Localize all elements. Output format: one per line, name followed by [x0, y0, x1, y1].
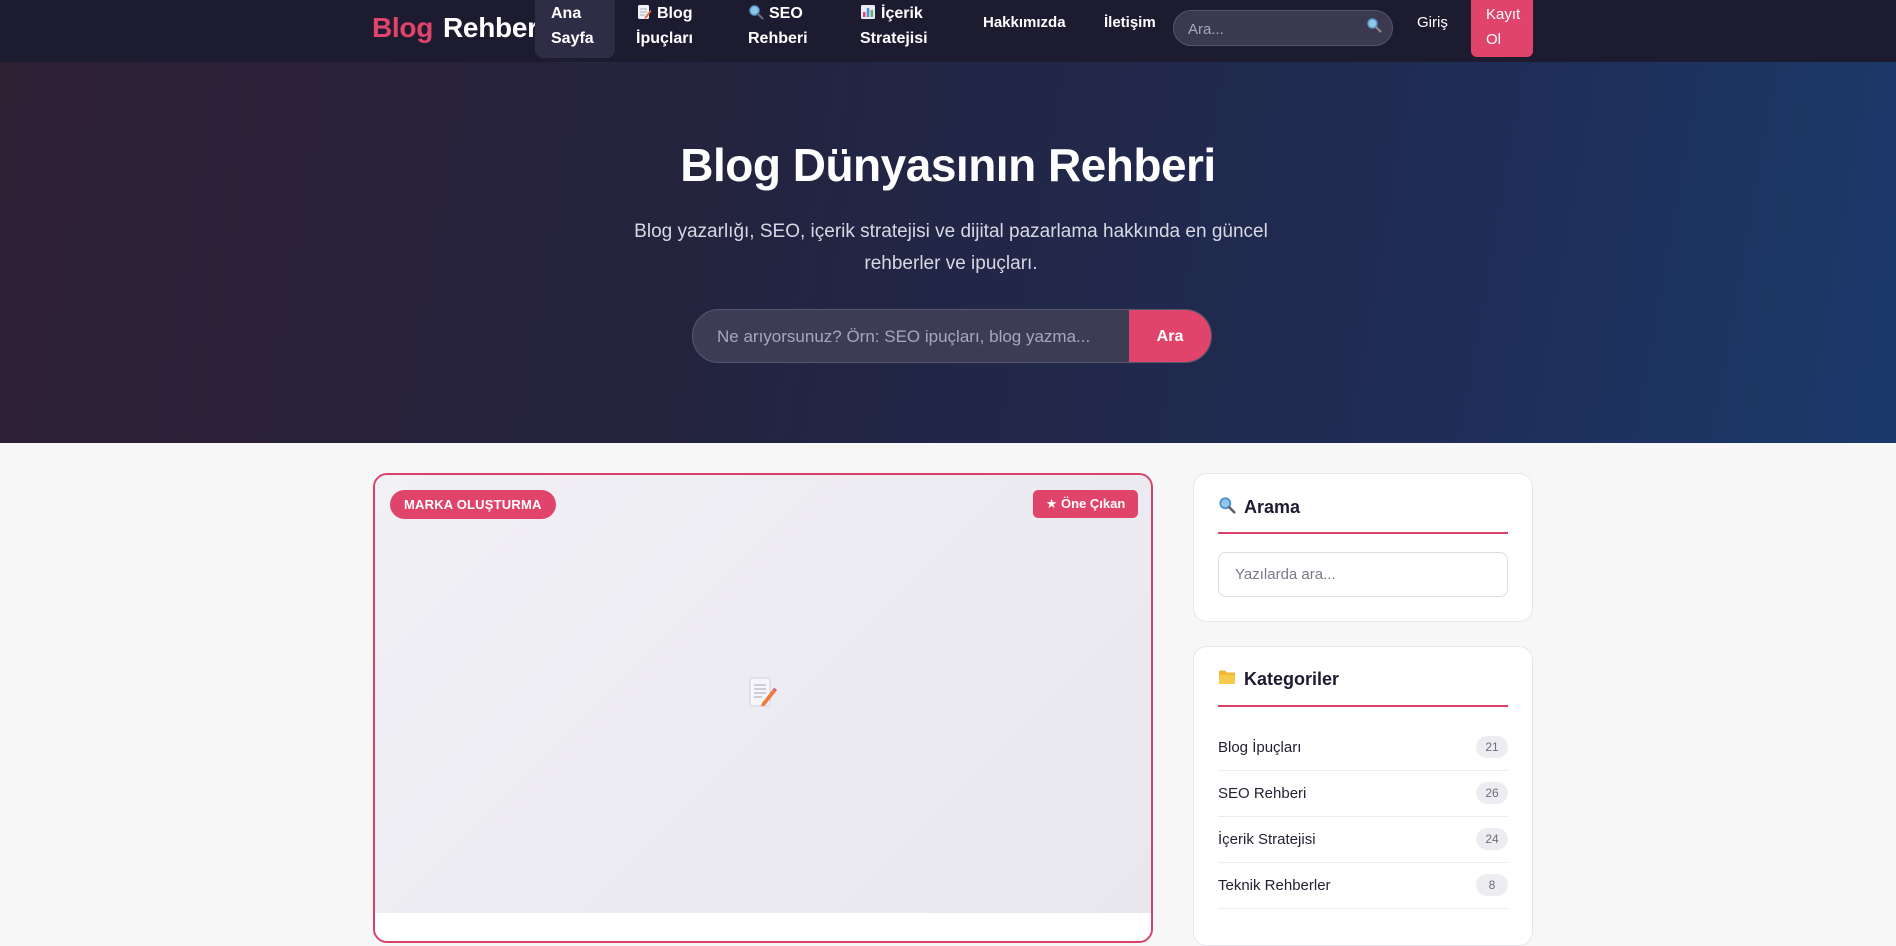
nav-item-seo-guide-line1: SEO	[769, 5, 803, 22]
signup-button-line2: Ol	[1486, 31, 1501, 48]
category-label: SEO Rehberi	[1218, 785, 1307, 802]
bar-chart-icon	[860, 3, 876, 19]
sidebar-search-title: Arama	[1218, 496, 1300, 519]
nav-item-blog-tips-line2: İpuçları	[636, 30, 693, 47]
sidebar-search-title-text: Arama	[1244, 497, 1301, 517]
nav-item-blog-tips[interactable]: Blog İpuçları	[636, 0, 716, 58]
category-count: 21	[1476, 736, 1508, 758]
featured-post-body	[375, 913, 1151, 941]
magnifier-icon	[1218, 496, 1236, 519]
logo-part-rehberi: Rehberi	[443, 12, 546, 43]
memo-icon	[749, 677, 777, 714]
sidebar-categories-widget: Kategoriler Blog İpuçları 21 SEO Rehberi…	[1193, 646, 1533, 946]
navbar: Blog Rehberi Ana Sayfa Blog İpuçları SEO…	[0, 0, 1896, 62]
category-label: Teknik Rehberler	[1218, 877, 1331, 894]
nav-item-content-strategy-line2: Stratejisi	[860, 30, 928, 47]
hero-subtitle: Blog yazarlığı, SEO, içerik stratejisi v…	[634, 221, 1268, 274]
category-item-technical-guides[interactable]: Teknik Rehberler 8	[1218, 863, 1508, 909]
folder-icon	[1218, 669, 1236, 690]
nav-item-blog-tips-line1: Blog	[657, 5, 693, 22]
nav-item-home-line1: Ana	[551, 5, 582, 22]
nav-item-content-strategy-line1: İçerik	[881, 5, 923, 22]
category-badge[interactable]: MARKA OLUŞTURMA	[390, 490, 556, 519]
sidebar-categories-divider	[1218, 705, 1508, 707]
category-label: Blog İpuçları	[1218, 739, 1302, 756]
search-icon[interactable]	[1366, 17, 1382, 38]
nav-item-contact[interactable]: İletişim	[1104, 14, 1156, 31]
signup-button-line1: Kayıt	[1486, 6, 1521, 23]
sidebar-categories-title: Kategoriler	[1218, 669, 1339, 690]
nav-item-seo-guide[interactable]: SEO Rehberi	[748, 0, 838, 58]
signup-button[interactable]: Kayıt Ol	[1471, 0, 1533, 57]
nav-search-box	[1173, 10, 1393, 46]
category-item-content-strategy[interactable]: İçerik Stratejisi 24	[1218, 817, 1508, 863]
magnifier-icon	[748, 3, 764, 20]
hero-search-input[interactable]	[717, 326, 1117, 348]
nav-item-home-line2: Sayfa	[551, 30, 594, 47]
hero-search-button[interactable]: Ara	[1129, 310, 1211, 362]
hero-title: Blog Dünyasının Rehberi	[680, 139, 1216, 191]
category-count: 24	[1476, 828, 1508, 850]
memo-icon	[636, 3, 652, 19]
site-logo[interactable]: Blog Rehberi	[372, 10, 545, 46]
login-link[interactable]: Giriş	[1417, 14, 1448, 31]
logo-part-blog: Blog	[372, 12, 434, 43]
sidebar-categories-title-text: Kategoriler	[1244, 669, 1340, 689]
sidebar-search-divider	[1218, 532, 1508, 534]
nav-search-input[interactable]	[1188, 19, 1358, 39]
sidebar-search-input[interactable]	[1218, 552, 1508, 597]
sidebar-search-widget: Arama	[1193, 473, 1533, 622]
featured-badge: ★ Öne Çıkan	[1033, 490, 1138, 518]
nav-item-seo-guide-line2: Rehberi	[748, 30, 808, 47]
category-label: İçerik Stratejisi	[1218, 831, 1316, 848]
nav-item-home[interactable]: Ana Sayfa	[535, 0, 615, 58]
category-item-blog-tips[interactable]: Blog İpuçları 21	[1218, 725, 1508, 771]
category-count: 8	[1476, 874, 1508, 896]
category-count: 26	[1476, 782, 1508, 804]
nav-item-about[interactable]: Hakkımızda	[983, 14, 1066, 31]
hero-search-bar: Ara	[692, 309, 1212, 363]
category-item-seo-guide[interactable]: SEO Rehberi 26	[1218, 771, 1508, 817]
nav-item-content-strategy[interactable]: İçerik Stratejisi	[860, 0, 950, 58]
featured-post-card[interactable]: MARKA OLUŞTURMA ★ Öne Çıkan	[373, 473, 1153, 943]
